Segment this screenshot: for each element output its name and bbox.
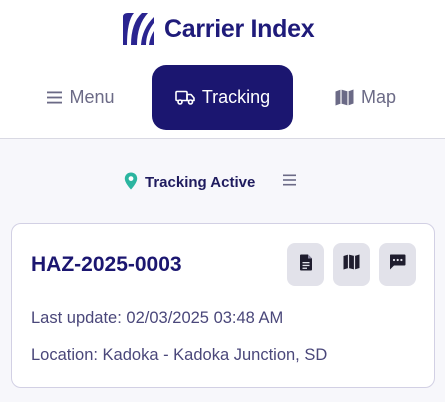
message-icon xyxy=(389,254,406,275)
tracking-status: Tracking Active xyxy=(0,168,445,196)
shipment-id: HAZ-2025-0003 xyxy=(31,253,182,276)
card-map-button[interactable] xyxy=(333,243,370,286)
brand-name: Carrier Index xyxy=(164,14,315,43)
document-icon xyxy=(299,254,313,276)
app-header: Carrier Index Menu Tracking Map xyxy=(0,0,445,139)
nav-map-button[interactable]: Map xyxy=(318,65,413,130)
truck-icon xyxy=(175,90,195,105)
document-button[interactable] xyxy=(287,243,324,286)
nav-menu-button[interactable]: Menu xyxy=(26,65,136,130)
shipment-card[interactable]: HAZ-2025-0003 Last update: 02/03/2025 03… xyxy=(11,223,435,388)
location-pin-icon xyxy=(124,172,138,195)
map-icon xyxy=(335,89,354,106)
main-nav: Menu Tracking Map xyxy=(0,65,445,130)
message-button[interactable] xyxy=(379,243,416,286)
map-icon xyxy=(343,254,360,275)
last-update-text: Last update: 02/03/2025 03:48 AM xyxy=(31,309,284,327)
nav-tracking-button[interactable]: Tracking xyxy=(152,65,293,130)
carrier-index-logo-icon xyxy=(123,13,154,45)
nav-map-label: Map xyxy=(360,87,396,107)
status-menu-icon[interactable] xyxy=(283,173,296,191)
nav-tracking-label: Tracking xyxy=(201,87,271,107)
hamburger-icon xyxy=(47,91,63,104)
nav-menu-label: Menu xyxy=(69,87,115,107)
brand-logo[interactable]: Carrier Index xyxy=(120,10,315,48)
tracking-status-label: Tracking Active xyxy=(145,174,256,191)
location-text: Location: Kadoka - Kadoka Junction, SD xyxy=(31,346,328,364)
